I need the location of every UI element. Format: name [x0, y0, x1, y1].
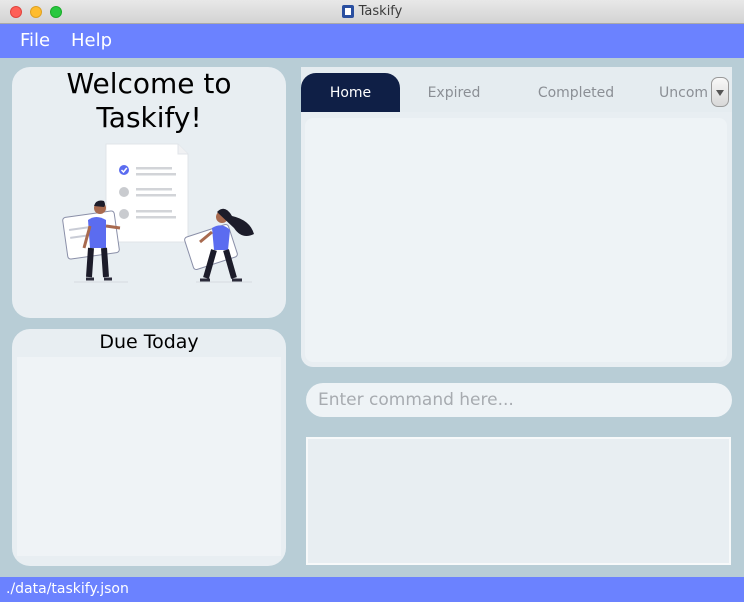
- welcome-panel: Welcome to Taskify!: [12, 67, 286, 318]
- due-today-list[interactable]: [17, 357, 281, 556]
- status-bar: ./data/taskify.json: [0, 577, 744, 602]
- tab-expired[interactable]: Expired: [411, 73, 497, 112]
- due-today-title: Due Today: [99, 331, 199, 353]
- file-menu[interactable]: File: [20, 30, 50, 51]
- welcome-title-line2: Taskify!: [96, 101, 202, 134]
- command-input[interactable]: [306, 383, 732, 417]
- clipboard-icon: [341, 4, 354, 18]
- menu-bar: File Help: [0, 24, 744, 58]
- tab-home[interactable]: Home: [301, 73, 400, 112]
- task-list-panel: [301, 112, 732, 367]
- data-file-path: ./data/taskify.json: [6, 581, 129, 597]
- window-titlebar: Taskify: [0, 0, 744, 24]
- tab-uncompleted[interactable]: Uncompleted: [659, 73, 707, 112]
- chevron-down-icon[interactable]: [711, 77, 729, 107]
- welcome-title-line1: Welcome to: [66, 67, 232, 100]
- due-today-panel: Due Today: [12, 329, 286, 566]
- window-title: Taskify: [358, 4, 403, 19]
- welcome-illustration: [62, 143, 254, 283]
- result-display: [306, 437, 731, 565]
- task-list[interactable]: [305, 118, 727, 362]
- welcome-title: Welcome to Taskify!: [12, 67, 286, 135]
- tab-completed[interactable]: Completed: [526, 73, 626, 112]
- task-tab-bar: Home Expired Completed Uncompleted: [301, 67, 732, 112]
- window-title-wrap: Taskify: [0, 0, 744, 24]
- help-menu[interactable]: Help: [71, 30, 112, 51]
